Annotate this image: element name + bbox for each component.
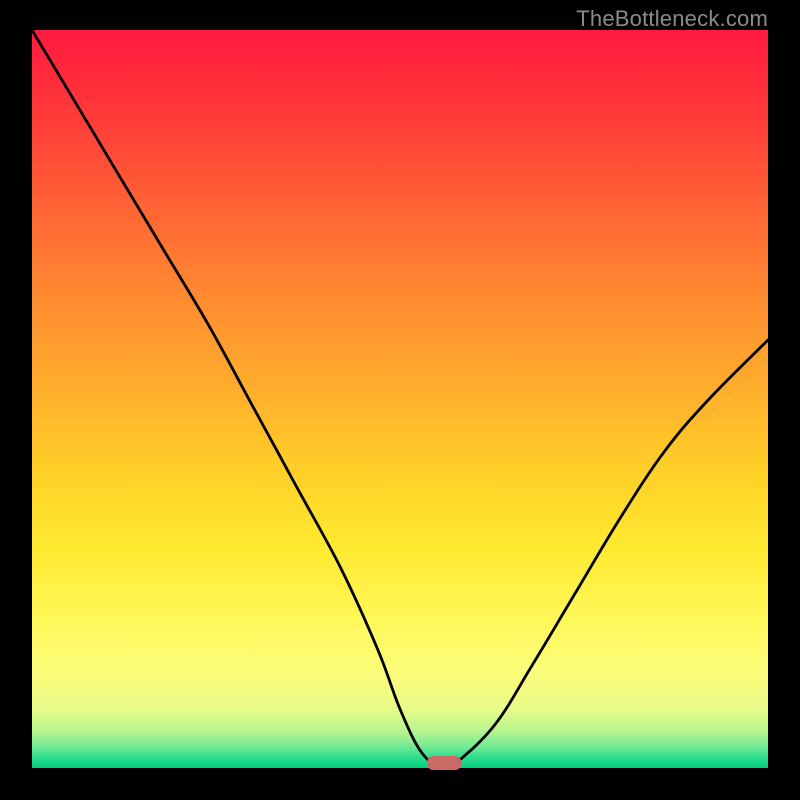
watermark-text: TheBottleneck.com: [576, 6, 768, 32]
optimal-point-marker: [427, 756, 461, 770]
chart-frame: TheBottleneck.com: [0, 0, 800, 800]
plot-area: [32, 30, 768, 768]
optimal-marker: [32, 30, 768, 768]
